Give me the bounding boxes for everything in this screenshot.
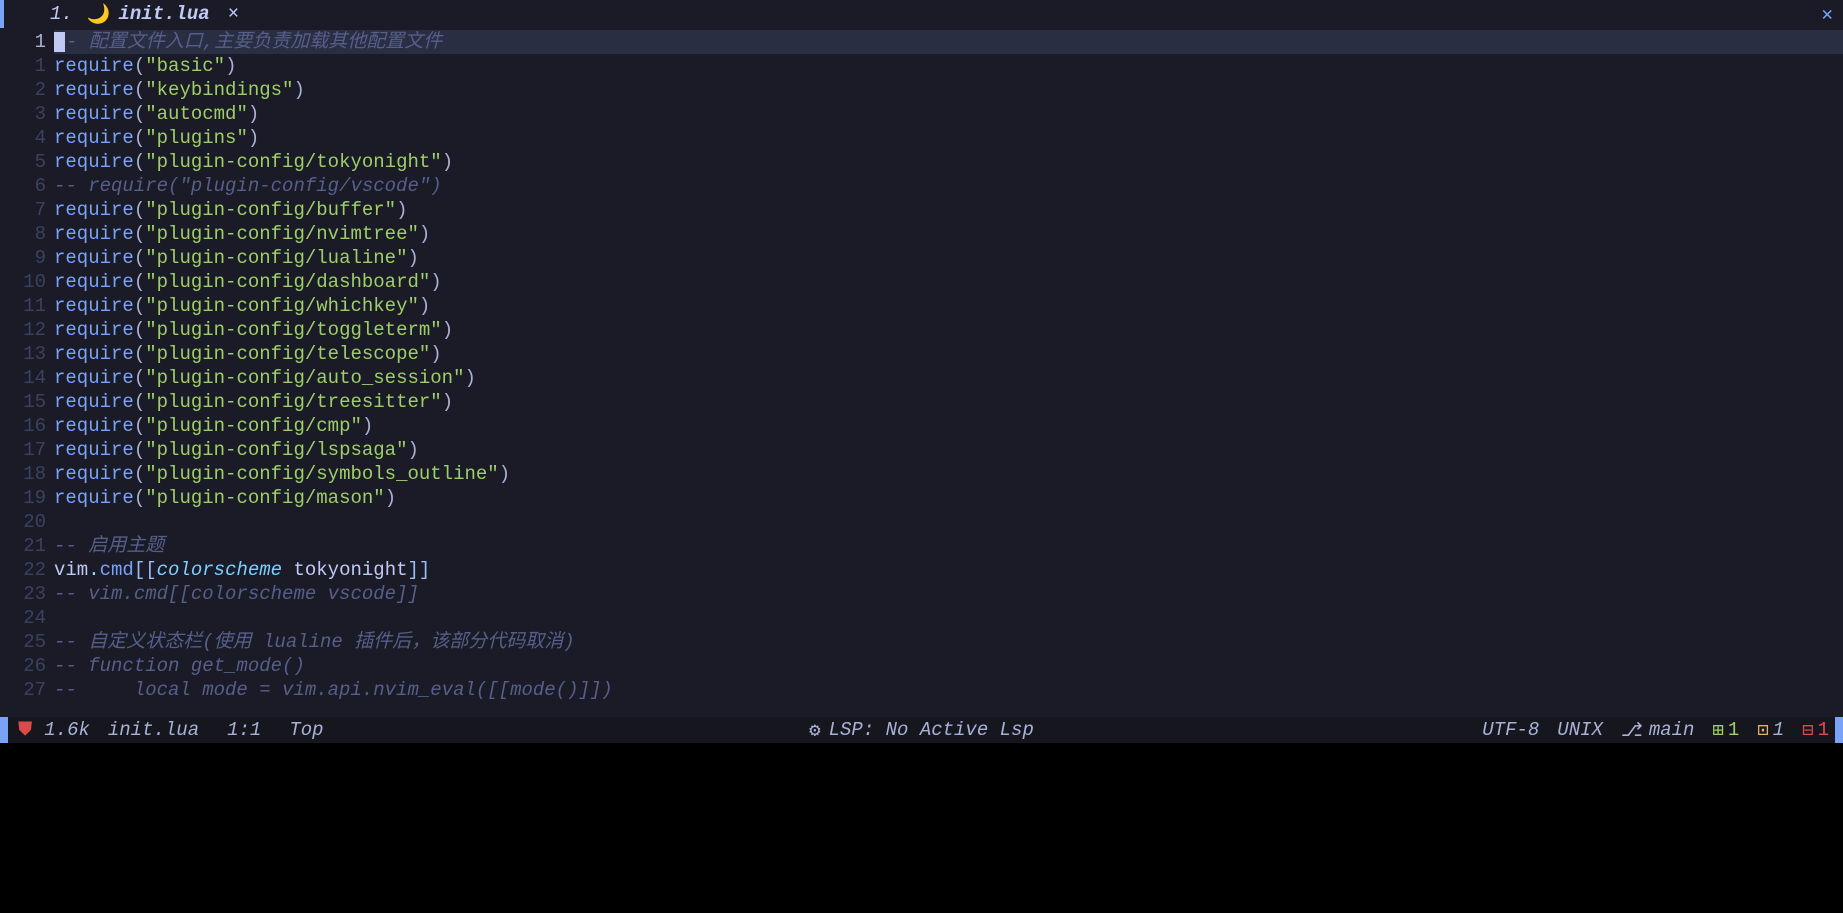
mode-indicator [0,717,8,743]
line-number: 8 [0,222,46,246]
tab-number: 1. [50,3,73,25]
line-number: 16 [0,414,46,438]
branch-name: main [1649,719,1695,741]
line-number: 1 [0,54,46,78]
statusline: ⛊ 1.6k init.lua 1:1 Top ⚙ LSP: No Active… [0,717,1843,743]
line-number: 12 [0,318,46,342]
code-line[interactable] [54,606,1843,630]
code-line[interactable]: require("plugin-config/nvimtree") [54,222,1843,246]
line-number: 14 [0,366,46,390]
line-number: 4 [0,126,46,150]
code-line[interactable]: -- function get_mode() [54,654,1843,678]
line-number: 2 [0,78,46,102]
code-line[interactable]: -- 自定义状态栏(使用 lualine 插件后，该部分代码取消) [54,630,1843,654]
lua-icon: 🌙 [87,2,111,26]
lsp-status: ⚙ LSP: No Active Lsp [809,719,1034,742]
cursor-position: 1:1 [227,719,261,741]
git-added-count: 1 [1728,719,1739,741]
code-line[interactable]: require("plugin-config/lualine") [54,246,1843,270]
code-line[interactable]: require("plugin-config/telescope") [54,342,1843,366]
branch-icon: ⎇ [1621,719,1643,742]
code-line[interactable]: -- vim.cmd[[colorscheme vscode]] [54,582,1843,606]
git-modified: ⊡ 1 [1757,719,1784,742]
line-number: 22 [0,558,46,582]
code-line[interactable]: require("plugin-config/auto_session") [54,366,1843,390]
line-number: 15 [0,390,46,414]
right-indicator [1835,717,1843,743]
code-line[interactable]: require("plugin-config/treesitter") [54,390,1843,414]
git-removed: ⊟ 1 [1802,719,1829,742]
editor-area[interactable]: 1123456789101112131415161718192021222324… [0,28,1843,717]
git-modified-count: 1 [1773,719,1784,741]
code-line[interactable]: -- local mode = vim.api.nvim_eval([[mode… [54,678,1843,702]
code-line[interactable]: - 配置文件入口,主要负责加载其他配置文件 [54,30,1843,54]
scroll-position: Top [289,719,323,741]
line-number: 10 [0,270,46,294]
line-number: 6 [0,174,46,198]
line-number: 25 [0,630,46,654]
line-number: 20 [0,510,46,534]
code-line[interactable]: require("basic") [54,54,1843,78]
tab-filename: init.lua [118,3,209,25]
code-content[interactable]: - 配置文件入口,主要负责加载其他配置文件require("basic")req… [54,30,1843,717]
line-number-gutter: 1123456789101112131415161718192021222324… [0,30,54,717]
gear-icon: ⚙ [809,719,820,742]
minus-icon: ⊟ [1802,719,1813,742]
fileformat: UNIX [1557,719,1603,741]
tab-close-icon[interactable]: × [228,3,239,25]
code-line[interactable]: require("plugin-config/toggleterm") [54,318,1843,342]
bufferline: 1. 🌙 init.lua × ✕ [0,0,1843,28]
status-filename: init.lua [108,719,199,741]
git-added: ⊞ 1 [1712,719,1739,742]
line-number: 18 [0,462,46,486]
git-branch: ⎇ main [1621,719,1695,742]
terminal-area [0,743,1843,913]
shield-icon: ⛊ [18,719,32,741]
file-size: 1.6k [44,719,90,741]
line-number: 11 [0,294,46,318]
line-number: 23 [0,582,46,606]
code-line[interactable]: require("plugin-config/dashboard") [54,270,1843,294]
code-line[interactable]: require("plugin-config/mason") [54,486,1843,510]
line-number: 24 [0,606,46,630]
line-number: 3 [0,102,46,126]
close-all-icon[interactable]: ✕ [1822,3,1833,26]
plus-icon: ⊞ [1712,719,1723,742]
dot-icon: ⊡ [1757,719,1768,742]
code-line[interactable] [54,510,1843,534]
left-indicator [0,0,4,28]
cursor [54,32,65,52]
line-number: 19 [0,486,46,510]
line-number: 17 [0,438,46,462]
git-removed-count: 1 [1818,719,1829,741]
status-right: UTF-8 UNIX ⎇ main ⊞ 1 ⊡ 1 ⊟ 1 [1482,719,1835,742]
code-line[interactable]: require("plugins") [54,126,1843,150]
line-number: 7 [0,198,46,222]
code-line[interactable]: vim.cmd[[colorscheme tokyonight]] [54,558,1843,582]
code-line[interactable]: require("plugin-config/cmp") [54,414,1843,438]
code-line[interactable]: require("keybindings") [54,78,1843,102]
line-number: 5 [0,150,46,174]
code-line[interactable]: -- require("plugin-config/vscode") [54,174,1843,198]
code-line[interactable]: require("plugin-config/tokyonight") [54,150,1843,174]
code-line[interactable]: require("plugin-config/buffer") [54,198,1843,222]
lsp-text: LSP: No Active Lsp [829,719,1034,741]
line-number: 27 [0,678,46,702]
code-line[interactable]: require("autocmd") [54,102,1843,126]
line-number: 21 [0,534,46,558]
code-line[interactable]: require("plugin-config/symbols_outline") [54,462,1843,486]
encoding: UTF-8 [1482,719,1539,741]
code-line[interactable]: -- 启用主题 [54,534,1843,558]
line-number: 1 [0,30,46,54]
line-number: 9 [0,246,46,270]
line-number: 26 [0,654,46,678]
code-line[interactable]: require("plugin-config/whichkey") [54,294,1843,318]
code-line[interactable]: require("plugin-config/lspsaga") [54,438,1843,462]
buffer-tab[interactable]: 1. 🌙 init.lua × [0,2,253,26]
line-number: 13 [0,342,46,366]
